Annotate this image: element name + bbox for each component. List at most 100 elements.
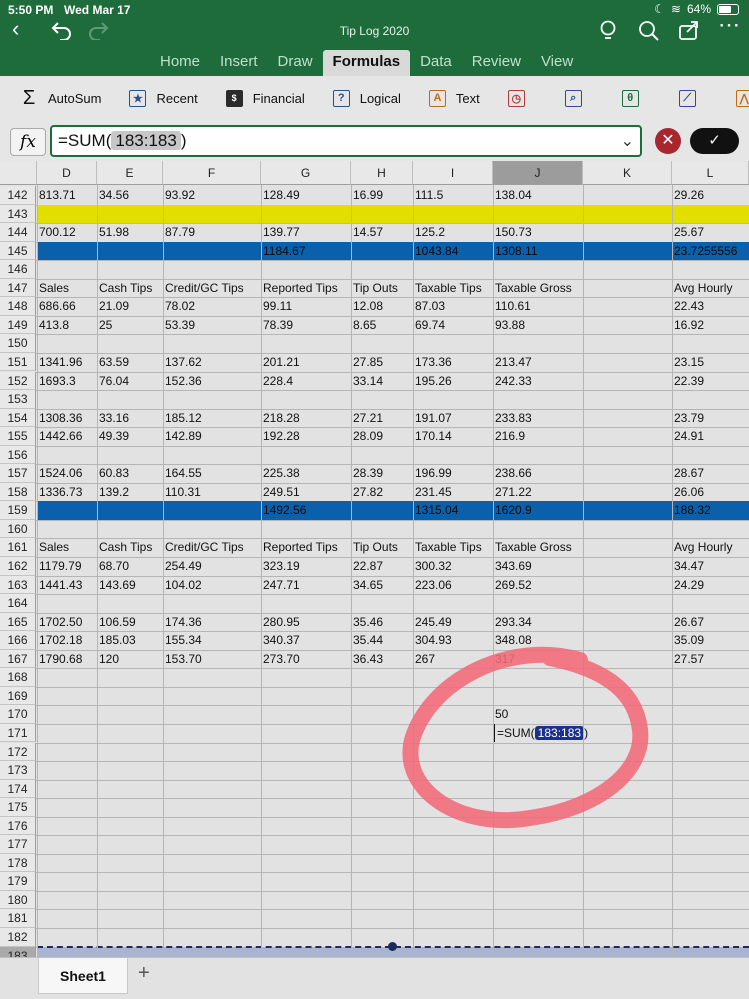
cell[interactable]: 28.09 (351, 427, 413, 445)
cell[interactable]: 27.85 (351, 353, 413, 371)
column-header-d[interactable]: D (37, 161, 97, 185)
row-header[interactable]: 144 (0, 223, 36, 242)
logical-button[interactable]: ? Logical (332, 89, 401, 107)
cell[interactable]: 218.28 (261, 409, 351, 427)
cell[interactable]: 28.39 (351, 464, 413, 482)
row-header[interactable]: 170 (0, 705, 36, 724)
cell[interactable]: 348.08 (493, 631, 583, 649)
cell[interactable]: 139.2 (97, 483, 163, 501)
cell[interactable]: Taxable Gross (493, 279, 583, 297)
cell[interactable]: 686.66 (37, 297, 97, 315)
cell[interactable]: 29.26 (672, 186, 749, 204)
tab-data[interactable]: Data (410, 50, 462, 76)
row-header[interactable]: 153 (0, 390, 36, 409)
cell[interactable]: 1790.68 (37, 650, 97, 668)
cell[interactable]: 22.39 (672, 372, 749, 390)
cell[interactable]: 76.04 (97, 372, 163, 390)
cell[interactable]: 28.67 (672, 464, 749, 482)
row-header[interactable]: 168 (0, 668, 36, 687)
column-header-f[interactable]: F (163, 161, 261, 185)
row-header[interactable]: 165 (0, 612, 36, 632)
redo-icon[interactable] (88, 20, 110, 40)
cell[interactable]: 104.02 (163, 576, 261, 594)
enter-button[interactable]: ✓ (690, 128, 739, 154)
cell[interactable]: Taxable Gross (493, 538, 583, 556)
row-header[interactable]: 158 (0, 482, 36, 502)
row-header[interactable]: 179 (0, 872, 36, 891)
active-cell-editor[interactable]: =SUM(183:183) (493, 723, 588, 742)
cell[interactable]: 1442.66 (37, 427, 97, 445)
cell[interactable]: 228.4 (261, 372, 351, 390)
cell[interactable]: Avg Hourly (672, 279, 749, 297)
row-header[interactable]: 150 (0, 334, 36, 353)
cell[interactable]: Taxable Tips (413, 538, 493, 556)
row-header[interactable]: 161 (0, 538, 36, 557)
cell[interactable]: 233.83 (493, 409, 583, 427)
cell[interactable]: 22.43 (672, 297, 749, 315)
row-header[interactable]: 156 (0, 445, 36, 465)
cell[interactable]: 196.99 (413, 464, 493, 482)
cell[interactable]: 155.34 (163, 631, 261, 649)
cell[interactable]: 1341.96 (37, 353, 97, 371)
chevron-down-icon[interactable]: ⌄ (621, 131, 634, 151)
row-header[interactable]: 159 (0, 501, 36, 520)
cell[interactable]: 1179.79 (37, 557, 97, 575)
sheet-tab[interactable]: Sheet1 (38, 958, 128, 994)
cell[interactable]: 68.70 (97, 557, 163, 575)
tab-review[interactable]: Review (462, 50, 531, 76)
row-header[interactable]: 147 (0, 278, 36, 298)
cell[interactable]: 110.61 (493, 297, 583, 315)
cell[interactable]: 63.59 (97, 353, 163, 371)
column-header-i[interactable]: I (413, 161, 493, 185)
row-header[interactable]: 180 (0, 890, 36, 910)
row-header[interactable]: 162 (0, 557, 36, 576)
cell[interactable]: 35.44 (351, 631, 413, 649)
cell[interactable]: 106.59 (97, 613, 163, 631)
row-header[interactable]: 154 (0, 408, 36, 428)
cell[interactable]: 216.9 (493, 427, 583, 445)
cell[interactable]: 26.67 (672, 613, 749, 631)
row-header[interactable]: 142 (0, 186, 36, 205)
cell[interactable]: 173.36 (413, 353, 493, 371)
cell[interactable]: 304.93 (413, 631, 493, 649)
cell[interactable]: 700.12 (37, 223, 97, 241)
fx-button[interactable]: fx (10, 128, 46, 156)
cancel-button[interactable]: ✕ (655, 128, 681, 154)
cell[interactable]: 1315.04 (413, 501, 493, 519)
column-header-j[interactable]: J (493, 161, 583, 185)
cell[interactable]: Reported Tips (261, 279, 351, 297)
tab-draw[interactable]: Draw (268, 50, 323, 76)
cell[interactable]: 34.47 (672, 557, 749, 575)
cell[interactable]: 153.70 (163, 650, 261, 668)
column-header-g[interactable]: G (261, 161, 351, 185)
cell[interactable]: 49.39 (97, 427, 163, 445)
row-header[interactable]: 152 (0, 371, 36, 391)
cell[interactable]: 174.36 (163, 613, 261, 631)
cell[interactable]: 69.74 (413, 316, 493, 334)
cell[interactable]: 27.21 (351, 409, 413, 427)
cell[interactable]: 247.71 (261, 576, 351, 594)
more-icon[interactable]: ⋯ (718, 14, 740, 36)
row-header[interactable]: 148 (0, 297, 36, 316)
row-header[interactable]: 176 (0, 816, 36, 836)
cell[interactable]: 137.62 (163, 353, 261, 371)
row-header[interactable]: 151 (0, 352, 36, 372)
cell[interactable]: 143.69 (97, 576, 163, 594)
cell[interactable]: 213.47 (493, 353, 583, 371)
cell[interactable]: 128.49 (261, 186, 351, 204)
cell[interactable]: 21.09 (97, 297, 163, 315)
cell[interactable]: 170.14 (413, 427, 493, 445)
cell[interactable]: 34.65 (351, 576, 413, 594)
row-header[interactable]: 157 (0, 464, 36, 483)
cell[interactable]: 185.03 (97, 631, 163, 649)
cell[interactable]: 1308.11 (493, 242, 583, 260)
undo-icon[interactable] (50, 20, 72, 40)
cell[interactable]: Tip Outs (351, 538, 413, 556)
cell[interactable]: 201.21 (261, 353, 351, 371)
spreadsheet-grid[interactable]: D E F G H I J K L 142 813.71 34.56 93.92 128.49 16.99 1… (0, 161, 749, 963)
cell[interactable]: 195.26 (413, 372, 493, 390)
cell[interactable]: 280.95 (261, 613, 351, 631)
cell[interactable]: 24.29 (672, 576, 749, 594)
cell[interactable]: 111.5 (413, 186, 493, 204)
cell[interactable]: 51.98 (97, 223, 163, 241)
